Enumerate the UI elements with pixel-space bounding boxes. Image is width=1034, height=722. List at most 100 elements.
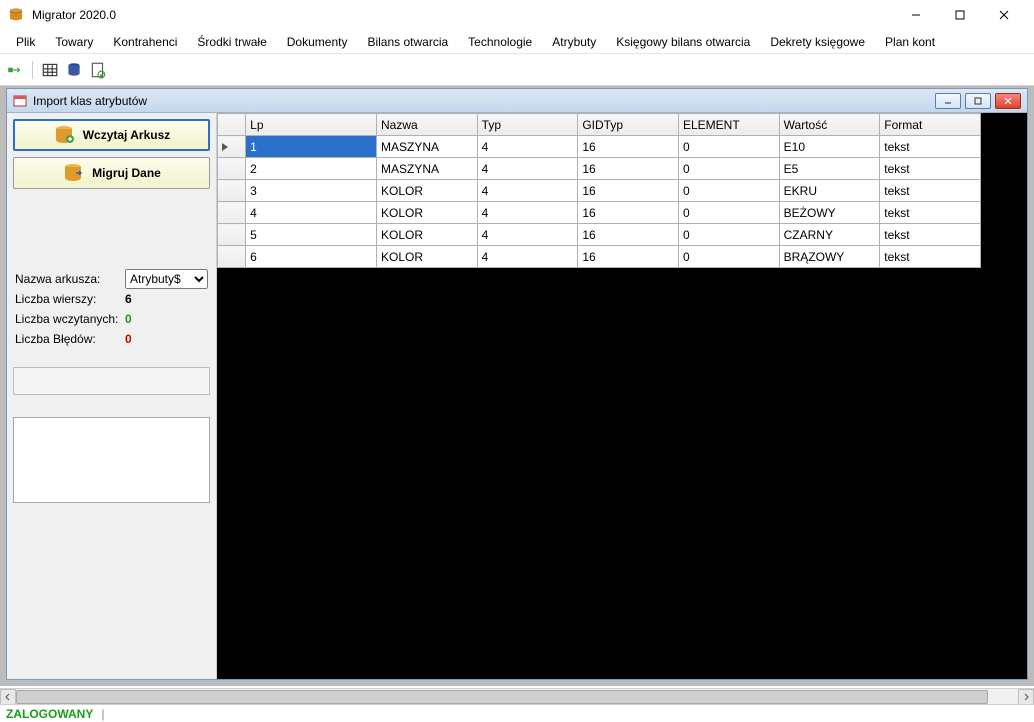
cell[interactable]: 16 [578,158,679,180]
cell[interactable]: 0 [678,136,779,158]
col-element[interactable]: ELEMENT [678,114,779,136]
cell[interactable]: tekst [880,224,981,246]
menu-plan-kont[interactable]: Plan kont [875,31,945,53]
menu-dokumenty[interactable]: Dokumenty [277,31,358,53]
cell[interactable]: KOLOR [377,224,478,246]
child-maximize-button[interactable] [965,93,991,109]
log-textarea[interactable] [13,417,210,503]
loaded-label: Liczba wczytanych: [15,312,125,326]
row-header[interactable] [218,158,246,180]
table-row[interactable]: 2MASZYNA4160E5tekst [218,158,981,180]
col-nazwa[interactable]: Nazwa [377,114,478,136]
menu-kontrahenci[interactable]: Kontrahenci [103,31,187,53]
cell[interactable]: BRĄZOWY [779,246,880,268]
row-header[interactable] [218,136,246,158]
table-row[interactable]: 5KOLOR4160CZARNYtekst [218,224,981,246]
cell[interactable]: KOLOR [377,246,478,268]
child-close-button[interactable] [995,93,1021,109]
cell[interactable]: 16 [578,180,679,202]
sheet-name-select[interactable]: Atrybuty$ [125,269,208,289]
cell[interactable]: 3 [246,180,377,202]
maximize-button[interactable] [938,1,982,29]
col-lp[interactable]: Lp [246,114,377,136]
cell[interactable]: CZARNY [779,224,880,246]
scroll-right-button[interactable] [1018,689,1034,705]
cell[interactable]: KOLOR [377,202,478,224]
toolbar-sheet-icon[interactable] [89,61,107,79]
left-panel: Wczytaj Arkusz Migruj Dane Nazwa arkusza… [7,113,217,679]
scroll-thumb[interactable] [16,690,988,704]
sheet-name-label: Nazwa arkusza: [15,272,125,286]
cell[interactable]: 4 [246,202,377,224]
cell[interactable]: 0 [678,246,779,268]
row-header[interactable] [218,246,246,268]
cell[interactable]: 4 [477,158,578,180]
cell[interactable]: E5 [779,158,880,180]
cell[interactable]: 0 [678,224,779,246]
cell[interactable]: E10 [779,136,880,158]
window-titlebar: Migrator 2020.0 [0,0,1034,30]
child-minimize-button[interactable] [935,93,961,109]
row-header[interactable] [218,180,246,202]
table-row[interactable]: 1MASZYNA4160E10tekst [218,136,981,158]
toolbar-grid-icon[interactable] [41,61,59,79]
table-row[interactable]: 4KOLOR4160BEŻOWYtekst [218,202,981,224]
minimize-button[interactable] [894,1,938,29]
cell[interactable]: 16 [578,246,679,268]
data-grid[interactable]: Lp Nazwa Typ GIDTyp ELEMENT Wartość Form… [217,113,981,268]
cell[interactable]: 4 [477,202,578,224]
load-sheet-button[interactable]: Wczytaj Arkusz [13,119,210,151]
cell[interactable]: 4 [477,136,578,158]
cell[interactable]: 0 [678,158,779,180]
status-bar: ZALOGOWANY | [0,704,1034,722]
cell[interactable]: MASZYNA [377,136,478,158]
migrate-data-button[interactable]: Migruj Dane [13,157,210,189]
cell[interactable]: tekst [880,202,981,224]
cell[interactable]: 4 [477,224,578,246]
cell[interactable]: tekst [880,136,981,158]
col-typ[interactable]: Typ [477,114,578,136]
cell[interactable]: 16 [578,202,679,224]
grid-corner[interactable] [218,114,246,136]
scroll-left-button[interactable] [0,689,16,705]
col-wartosc[interactable]: Wartość [779,114,880,136]
cell[interactable]: 4 [477,246,578,268]
cell[interactable]: tekst [880,246,981,268]
horizontal-scrollbar[interactable] [0,688,1034,704]
close-button[interactable] [982,1,1026,29]
cell[interactable]: EKRU [779,180,880,202]
menu-ksiegowy-bilans[interactable]: Księgowy bilans otwarcia [606,31,760,53]
menu-plik[interactable]: Plik [6,31,45,53]
table-row[interactable]: 6KOLOR4160BRĄZOWYtekst [218,246,981,268]
menu-bilans[interactable]: Bilans otwarcia [357,31,458,53]
cell[interactable]: 4 [477,180,578,202]
toolbar-db-icon[interactable] [65,61,83,79]
row-header[interactable] [218,224,246,246]
col-format[interactable]: Format [880,114,981,136]
cell[interactable]: BEŻOWY [779,202,880,224]
cell[interactable]: 5 [246,224,377,246]
cell[interactable]: 16 [578,224,679,246]
menu-towary[interactable]: Towary [45,31,103,53]
table-row[interactable]: 3KOLOR4160EKRUtekst [218,180,981,202]
cell[interactable]: 1 [246,136,377,158]
cell[interactable]: MASZYNA [377,158,478,180]
menu-srodki[interactable]: Środki trwałe [187,31,276,53]
row-header[interactable] [218,202,246,224]
cell[interactable]: 6 [246,246,377,268]
scroll-track[interactable] [16,689,1018,705]
col-gidtyp[interactable]: GIDTyp [578,114,679,136]
toolbar-connect-icon[interactable] [6,61,24,79]
cell[interactable]: 16 [578,136,679,158]
menu-dekrety[interactable]: Dekrety księgowe [760,31,875,53]
menu-atrybuty[interactable]: Atrybuty [542,31,606,53]
cell[interactable]: 0 [678,202,779,224]
cell[interactable]: KOLOR [377,180,478,202]
child-title: Import klas atrybutów [33,94,935,108]
cell[interactable]: 2 [246,158,377,180]
toolbar [0,54,1034,86]
cell[interactable]: tekst [880,180,981,202]
menu-technologie[interactable]: Technologie [458,31,542,53]
cell[interactable]: 0 [678,180,779,202]
cell[interactable]: tekst [880,158,981,180]
